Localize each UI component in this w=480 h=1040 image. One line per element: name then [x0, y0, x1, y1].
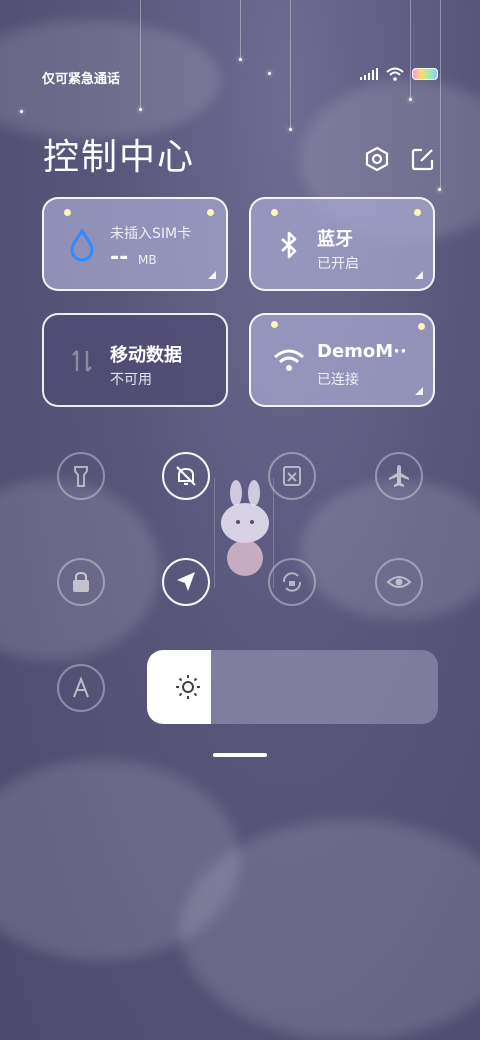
auto-brightness-icon [73, 676, 89, 698]
bluetooth-title: 蓝牙 [317, 229, 353, 250]
mobile-data-status: 不可用 [110, 372, 152, 388]
wifi-status: 已连接 [317, 372, 359, 388]
status-bar: 仅可紧急通话 [42, 66, 438, 87]
star-decoration [64, 209, 71, 216]
flashlight-icon [74, 466, 88, 487]
bluetooth-status: 已开启 [317, 256, 359, 272]
bunny-swing-decoration [214, 478, 274, 588]
carrier-text: 仅可紧急通话 [42, 72, 121, 87]
mute-toggle[interactable] [162, 452, 210, 500]
data-usage-value: -- [110, 245, 129, 270]
eye-icon [386, 576, 412, 588]
signal-icon [360, 68, 378, 80]
location-icon [177, 572, 195, 591]
lock-icon [73, 571, 89, 592]
screenshot-icon [283, 466, 301, 486]
wifi-network-name: DemoM·· [317, 341, 407, 362]
close-handle[interactable] [213, 753, 267, 757]
edit-icon[interactable] [410, 146, 436, 172]
star-decoration [418, 323, 425, 330]
battery-icon [412, 68, 438, 80]
wifi-icon [386, 67, 404, 81]
airplane-icon [389, 465, 409, 487]
mute-bell-icon [176, 466, 196, 486]
airplane-toggle[interactable] [375, 452, 423, 500]
location-toggle[interactable] [162, 558, 210, 606]
settings-icon[interactable] [364, 146, 390, 172]
sim-status-label: 未插入SIM卡 [110, 226, 192, 242]
bluetooth-icon [281, 231, 297, 259]
star-decoration [207, 209, 214, 216]
mobile-data-title: 移动数据 [110, 345, 182, 366]
data-arrows-icon [72, 350, 92, 372]
auto-brightness-toggle[interactable] [57, 664, 105, 712]
sun-icon [176, 675, 200, 699]
mobile-data-tile[interactable]: 移动数据 不可用 [42, 313, 228, 407]
wifi-tile[interactable]: DemoM·· 已连接 [249, 313, 435, 407]
expand-corner-icon [208, 271, 216, 279]
rotation-lock-toggle[interactable] [268, 558, 316, 606]
data-usage-tile[interactable]: 未插入SIM卡 -- MB [42, 197, 228, 291]
wifi-icon [274, 349, 304, 371]
water-drop-icon [70, 228, 94, 262]
page-title: 控制中心 [43, 137, 196, 178]
star-decoration [271, 321, 278, 328]
star-decoration [271, 209, 278, 216]
flashlight-toggle[interactable] [57, 452, 105, 500]
bluetooth-tile[interactable]: 蓝牙 已开启 [249, 197, 435, 291]
star-decoration [414, 209, 421, 216]
expand-corner-icon [415, 387, 423, 395]
screenshot-toggle[interactable] [268, 452, 316, 500]
data-usage-unit: MB [138, 253, 157, 267]
rotation-lock-icon [282, 572, 302, 592]
expand-corner-icon [415, 271, 423, 279]
brightness-slider[interactable] [147, 650, 438, 724]
eye-comfort-toggle[interactable] [375, 558, 423, 606]
lock-screen-toggle[interactable] [57, 558, 105, 606]
